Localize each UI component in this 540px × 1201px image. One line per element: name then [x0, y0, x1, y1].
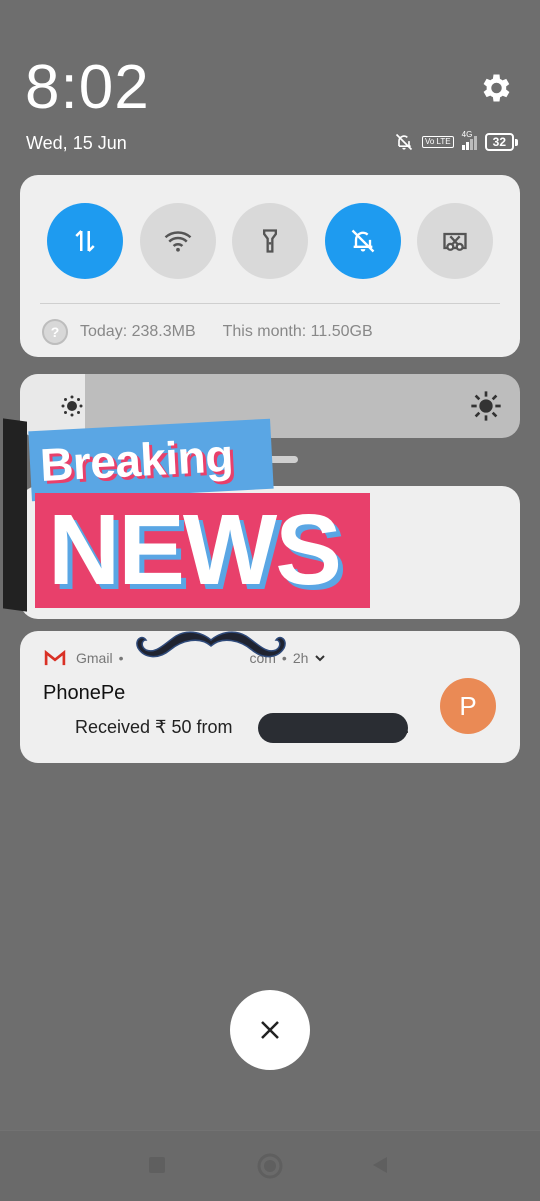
quick-settings-panel: ? Today: 238.3MB This month: 11.50GB [20, 175, 520, 357]
data-arrows-icon [75, 230, 95, 252]
wifi-toggle[interactable] [139, 203, 216, 279]
redaction-blot [258, 713, 408, 743]
sticker-news-text: NEWS [48, 494, 342, 606]
notification-time: 2h [292, 650, 309, 666]
recents-icon[interactable] [147, 1155, 167, 1175]
back-icon[interactable] [370, 1155, 390, 1175]
screenshot-toggle[interactable] [417, 203, 493, 279]
flashlight-toggle[interactable] [232, 203, 308, 279]
wifi-icon [164, 231, 191, 252]
status-icons: Vo LTE 4G 32 [394, 130, 518, 152]
notification-app-name: Gmail [76, 650, 113, 666]
data-month: This month: 11.50GB [222, 323, 373, 340]
help-icon: ? [42, 319, 68, 345]
sticker-pole [3, 418, 27, 612]
data-today: Today: 238.3MB [80, 323, 196, 340]
notification-separator: • [118, 650, 124, 666]
volte-badge: Vo LTE [421, 136, 454, 148]
bell-off-icon [395, 133, 413, 151]
screenshot-icon [443, 232, 467, 251]
battery-level: 32 [484, 133, 514, 151]
mobile-data-toggle[interactable] [47, 203, 123, 279]
home-icon[interactable] [256, 1152, 284, 1180]
settings-gear-icon[interactable] [477, 70, 513, 106]
bell-off-icon [351, 229, 374, 253]
brightness-high-icon [471, 391, 501, 421]
close-button[interactable] [230, 990, 310, 1070]
battery-icon: 32 [484, 133, 518, 151]
avatar: P [440, 678, 496, 734]
clock: 8:02 [25, 53, 150, 122]
signal-icon: 4G [461, 130, 477, 150]
notification-title: PhonePe [43, 682, 126, 704]
close-icon [261, 1021, 279, 1039]
breaking-news-sticker: Breaking NEWS [0, 415, 380, 615]
mustache-icon [136, 631, 286, 658]
date: Wed, 15 Jun [26, 133, 127, 153]
flashlight-icon [263, 229, 277, 253]
navigation-bar [0, 1130, 540, 1201]
gmail-icon [44, 650, 66, 666]
sticker-breaking-text: Breaking [38, 428, 235, 492]
data-usage[interactable]: ? Today: 238.3MB This month: 11.50GB [42, 319, 373, 345]
divider [40, 303, 500, 304]
chevron-down-icon[interactable] [312, 650, 328, 666]
silent-toggle[interactable] [324, 203, 401, 279]
